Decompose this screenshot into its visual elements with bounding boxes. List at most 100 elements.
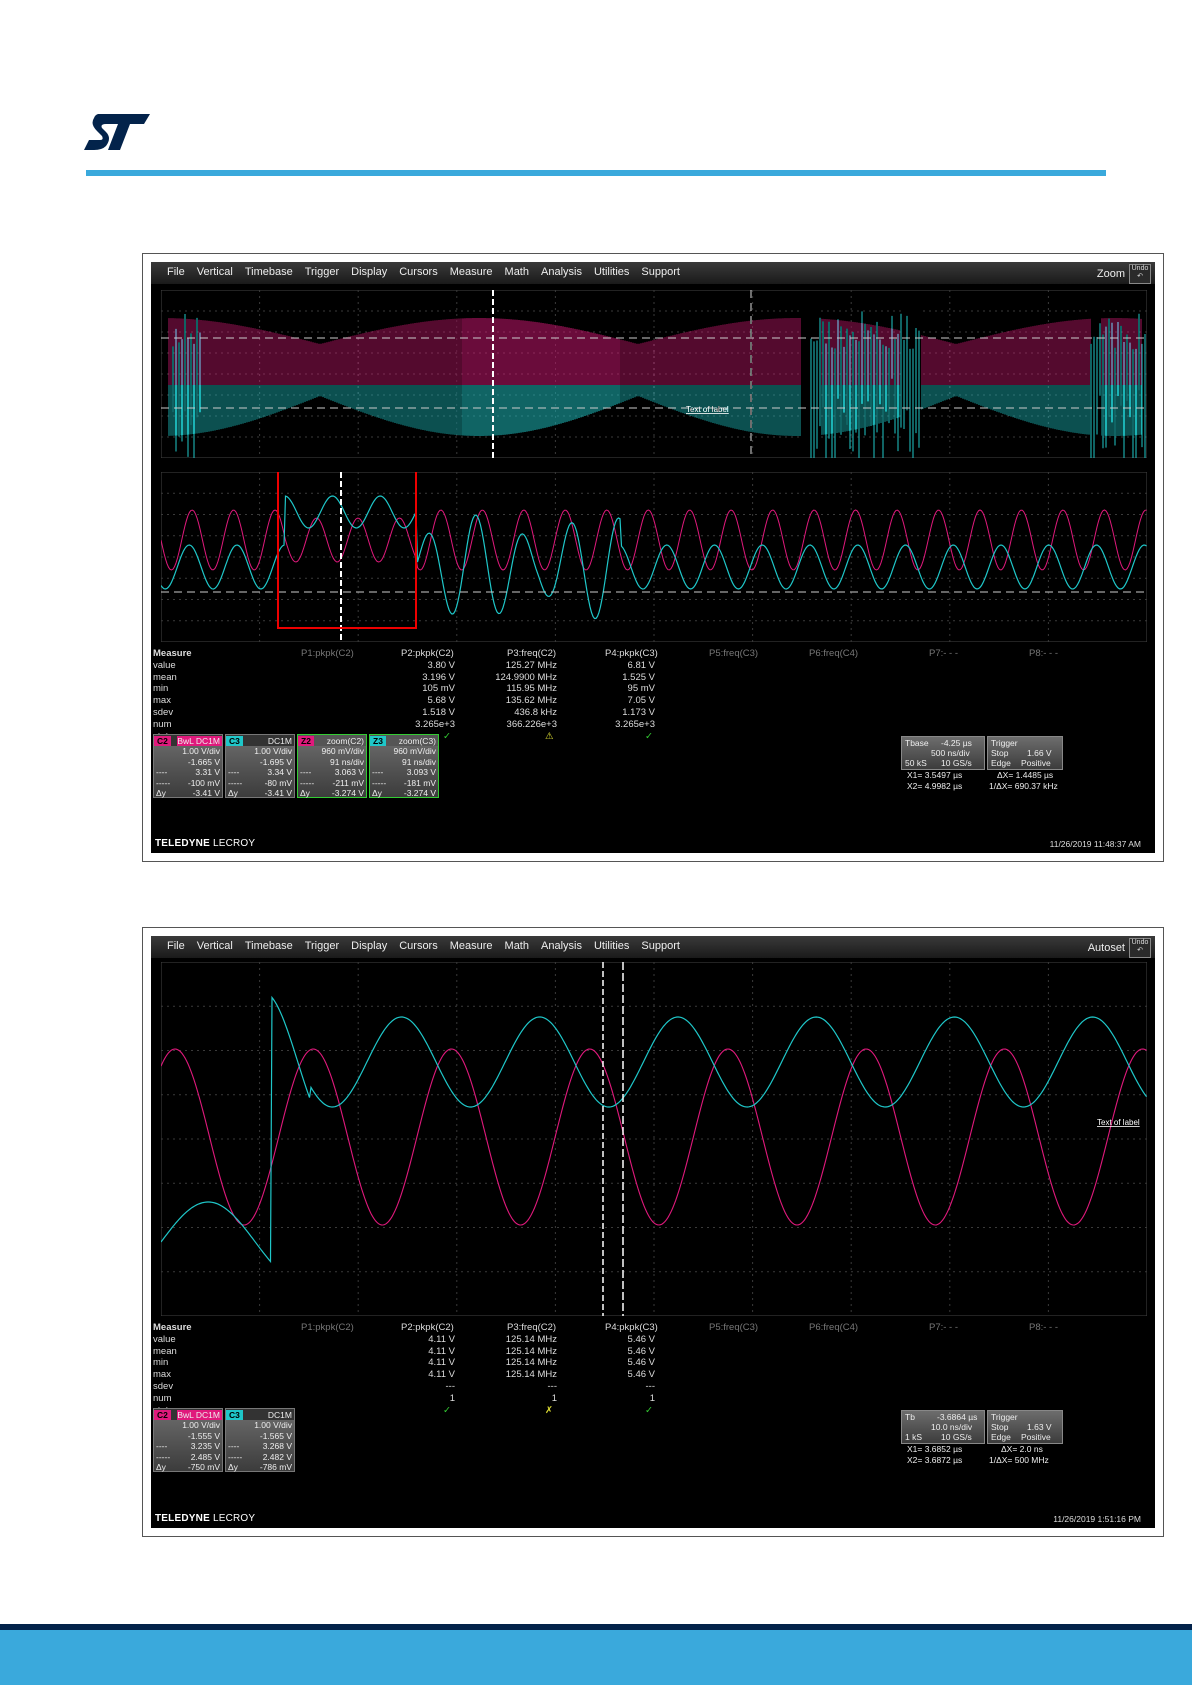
undo-button[interactable]: Undo ↶ [1129,264,1151,284]
channel-ofs: 91 ns/div [298,757,366,768]
menu-trigger[interactable]: Trigger [299,262,345,278]
channel-vdiv-value: 960 mV/div [393,746,436,757]
p2-value: 1.518 V [375,707,455,719]
waveform-grid-upper[interactable]: Text of label [161,290,1147,458]
p4-status: ✓ [645,1405,653,1417]
menu-utilities[interactable]: Utilities [588,936,635,952]
param-p1[interactable]: P1:pkpk(C2) [301,648,354,660]
param-p7[interactable]: P7:- - - [929,648,958,660]
channel-vdiv-value: 1.00 V/div [254,1420,292,1431]
channel-box-z2[interactable]: Z2 zoom(C2) 960 mV/div 91 ns/div ---- 3.063 V… [297,734,367,798]
param-p4[interactable]: P4:pkpk(C3) [605,1322,658,1334]
channel-a-label: ---- [300,767,311,778]
menu-measure[interactable]: Measure [444,936,499,952]
channel-dy-label: Δy [156,788,166,799]
channel-b-value: -181 mV [404,778,436,789]
cursor-x1: X1= 3.5497 µs [907,770,962,780]
channel-tag: Z2 [298,736,314,746]
st-logo [84,112,152,152]
channel-a-value: 3.34 V [267,767,292,778]
menu-file[interactable]: File [161,262,191,278]
tbase-samples: 1 kS [905,1432,922,1442]
channel-vdiv-value: 1.00 V/div [182,1420,220,1431]
param-p2[interactable]: P2:pkpk(C2) [401,648,454,660]
menu-measure[interactable]: Measure [444,262,499,278]
channel-vdiv: 1.00 V/div [226,746,294,757]
menu-cursors[interactable]: Cursors [393,936,444,952]
p3-value: 436.8 kHz [477,707,557,719]
p2-value: 4.11 V [375,1334,455,1346]
param-p1[interactable]: P1:pkpk(C2) [301,1322,354,1334]
p3-status: ✗ [545,1405,553,1417]
menu-support[interactable]: Support [635,262,686,278]
param-p2[interactable]: P2:pkpk(C2) [401,1322,454,1334]
brand-teledyne: TELEDYNE [155,1513,210,1524]
menu-file[interactable]: File [161,936,191,952]
menu-analysis[interactable]: Analysis [535,262,588,278]
channel-box-c3[interactable]: C3 DC1M 1.00 V/div -1.695 V ---- 3.34 V ----- -… [225,734,295,798]
p2-value: 4.11 V [375,1346,455,1358]
trigger-label: Trigger [991,738,1018,748]
p3-value: 125.27 MHz [477,660,557,672]
channel-b-label: ----- [300,778,314,789]
tbase-tdiv: 10.0 ns/div [931,1422,972,1432]
menu-timebase[interactable]: Timebase [239,936,299,952]
measure-row-label: num [153,1393,171,1405]
channel-ofs-value: 91 ns/div [330,757,364,768]
param-p8[interactable]: P8:- - - [1029,1322,1058,1334]
channel-vdiv-value: 1.00 V/div [182,746,220,757]
channel-box-c2[interactable]: C2 BwL DC1M 1.00 V/div -1.665 V ---- 3.31 V --… [153,734,223,798]
menu-support[interactable]: Support [635,936,686,952]
channel-ofs: -1.565 V [226,1431,294,1442]
menu-utilities[interactable]: Utilities [588,262,635,278]
param-p3[interactable]: P3:freq(C2) [507,1322,556,1334]
channel-a-value: 3.268 V [263,1441,292,1452]
channel-dy-value: -750 mV [188,1462,220,1473]
channel-a: ---- 3.31 V [154,767,222,778]
menu-trigger[interactable]: Trigger [299,936,345,952]
menu-analysis[interactable]: Analysis [535,936,588,952]
channel-box-z3[interactable]: Z3 zoom(C3) 960 mV/div 91 ns/div ---- 3.093 V… [369,734,439,798]
param-p3[interactable]: P3:freq(C2) [507,648,556,660]
menu-display[interactable]: Display [345,936,393,952]
p2-value: 3.80 V [375,660,455,672]
channel-ofs-value: -1.665 V [188,757,220,768]
tbase-samples: 50 kS [905,758,927,768]
undo-icon: ↶ [1137,273,1143,280]
param-p7[interactable]: P7:- - - [929,1322,958,1334]
channel-vdiv-value: 1.00 V/div [254,746,292,757]
param-p6[interactable]: P6:freq(C4) [809,648,858,660]
waveform-grid-zoom[interactable] [161,472,1147,642]
channel-a-label: ---- [156,1441,167,1452]
trace-label: Text of label [1097,1118,1140,1127]
channel-tag: C3 [226,1410,243,1420]
waveform-grid[interactable]: Text of label [161,962,1147,1316]
zoom-button[interactable]: Zoom [1097,268,1125,280]
channel-ofs: -1.695 V [226,757,294,768]
measure-row-label: sdev [153,1381,173,1393]
menu-math[interactable]: Math [499,936,535,952]
p3-value: 366.226e+3 [477,719,557,731]
param-p5[interactable]: P5:freq(C3) [709,1322,758,1334]
autoset-button[interactable]: Autoset [1088,942,1125,954]
cursor-x2: X2= 3.6872 µs [907,1455,962,1465]
undo-button[interactable]: Undo ↶ [1129,938,1151,958]
param-p4[interactable]: P4:pkpk(C3) [605,648,658,660]
param-p6[interactable]: P6:freq(C4) [809,1322,858,1334]
measure-table: Measure P1:pkpk(C2) P2:pkpk(C2) P3:freq(… [153,1322,1153,1418]
tbase-tdiv: 500 ns/div [931,748,970,758]
menu-timebase[interactable]: Timebase [239,262,299,278]
p3-value: --- [477,1381,557,1393]
p4-value: 1.525 V [575,672,655,684]
channel-b-value: 2.485 V [191,1452,220,1463]
menu-vertical[interactable]: Vertical [191,936,239,952]
menu-vertical[interactable]: Vertical [191,262,239,278]
channel-box-c3[interactable]: C3 DC1M 1.00 V/div -1.565 V ---- 3.268 V -----… [225,1408,295,1472]
param-p5[interactable]: P5:freq(C3) [709,648,758,660]
menu-math[interactable]: Math [499,262,535,278]
channel-box-c2[interactable]: C2 BwL DC1M 1.00 V/div -1.555 V ---- 3.235 V-… [153,1408,223,1472]
param-p8[interactable]: P8:- - - [1029,648,1058,660]
menu-display[interactable]: Display [345,262,393,278]
channel-a-label: ---- [156,767,167,778]
menu-cursors[interactable]: Cursors [393,262,444,278]
